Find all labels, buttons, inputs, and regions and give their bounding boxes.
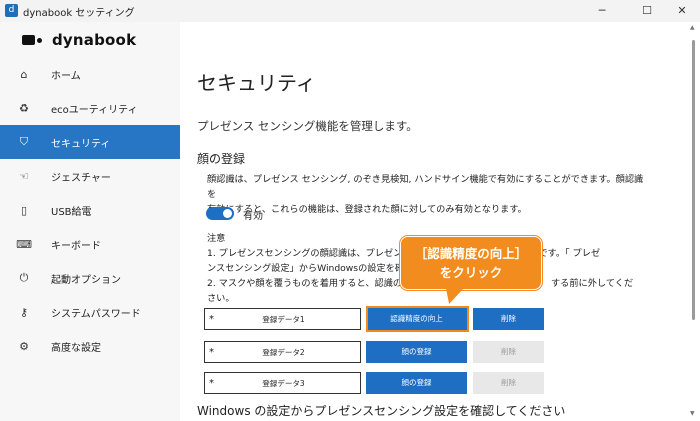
delete-button: 削除 xyxy=(473,341,544,363)
sidebar-item-label: キーボード xyxy=(51,240,101,252)
face-recognition-toggle[interactable] xyxy=(206,207,234,220)
sidebar-item-label: ホーム xyxy=(51,70,81,82)
home-icon: ⌂ xyxy=(20,67,28,81)
delete-button: 削除 xyxy=(473,372,544,394)
sidebar-item-boot-options[interactable]: ⏻ 起動オプション xyxy=(0,261,180,295)
sidebar-item-system-password[interactable]: ⚷ システムパスワード xyxy=(0,295,180,329)
power-icon: ⏻ xyxy=(19,271,29,284)
description-line: 顔認識は、プレゼンス センシング, のぞき見検知, ハンドサイン機能で有効にする… xyxy=(207,174,644,200)
scroll-down-icon[interactable]: ▼ xyxy=(690,410,695,417)
maximize-button[interactable]: ☐ xyxy=(629,0,665,22)
gear-icon: ⚙ xyxy=(19,339,29,353)
page-title: セキュリティ xyxy=(197,71,316,95)
scroll-up-icon[interactable]: ▲ xyxy=(690,24,695,31)
toggle-label: 有効 xyxy=(243,211,263,222)
sidebar-item-label: ecoユーティリティ xyxy=(51,104,138,116)
delete-button[interactable]: 削除 xyxy=(473,308,544,330)
sidebar-item-label: USB給電 xyxy=(51,206,92,218)
close-button[interactable]: ✕ xyxy=(664,0,700,22)
sidebar-item-security[interactable]: ⛉ セキュリティ xyxy=(0,125,180,159)
main-content: セキュリティ プレゼンス センシング機能を管理します。 顔の登録 顔認識は、プレ… xyxy=(180,22,688,421)
register-face-button[interactable]: 顔の登録 xyxy=(366,372,467,394)
callout-line: をクリック xyxy=(439,265,503,280)
keyboard-icon: ⌨ xyxy=(16,237,32,251)
gesture-hand-icon: ☜ xyxy=(19,169,29,183)
minimize-button[interactable]: ─ xyxy=(584,0,620,22)
sidebar-item-label: システムパスワード xyxy=(51,308,141,320)
key-icon: ⚷ xyxy=(19,305,29,319)
sidebar-item-label: ジェスチャー xyxy=(51,172,111,184)
sidebar-nav: ⌂ ホーム ♻ ecoユーティリティ ⛉ セキュリティ ☜ ジェスチャー ▯ U… xyxy=(0,57,180,363)
sidebar-item-usb-power[interactable]: ▯ USB給電 xyxy=(0,193,180,227)
usb-icon: ▯ xyxy=(20,203,28,217)
callout-annotation: ［認識精度の向上］ をクリック xyxy=(400,236,542,290)
scroll-thumb[interactable] xyxy=(692,40,695,320)
sidebar-item-label: 高度な設定 xyxy=(51,342,101,354)
brand-name: dynabook xyxy=(52,31,137,49)
toggle-knob xyxy=(223,209,232,218)
note-line: さい。 xyxy=(207,293,235,304)
brand-logo: dynabook xyxy=(22,28,136,52)
sidebar-item-gesture[interactable]: ☜ ジェスチャー xyxy=(0,159,180,193)
sidebar-item-home[interactable]: ⌂ ホーム xyxy=(0,57,180,91)
eco-icon: ♻ xyxy=(19,101,29,115)
note-line-tail: する前に外してくだ xyxy=(551,278,634,289)
sidebar-item-eco[interactable]: ♻ ecoユーティリティ xyxy=(0,91,180,125)
registration-name: 登録データ1 xyxy=(262,315,305,324)
sidebar-item-label: 起動オプション xyxy=(51,274,121,286)
title-bar: d dynabook セッティング ─ ☐ ✕ xyxy=(0,0,700,22)
highlight-box xyxy=(366,306,469,332)
sidebar-item-label: セキュリティ xyxy=(51,138,111,150)
callout-line: ［認識精度の向上］ xyxy=(414,246,528,261)
page-subtitle: プレゼンス センシング機能を管理します。 xyxy=(197,119,418,133)
face-registration-description: 顔認識は、プレゼンス センシング, のぞき見検知, ハンドサイン機能で有効にする… xyxy=(207,172,652,217)
register-face-button[interactable]: 顔の登録 xyxy=(366,341,467,363)
registration-field: * 登録データ3 xyxy=(204,372,361,394)
window-title: dynabook セッティング xyxy=(23,8,135,19)
registration-field: * 登録データ2 xyxy=(204,341,361,363)
description-line: 有効にすると、これらの機能は、登録された顔に対してのみ有効となります。 xyxy=(207,204,527,215)
shield-icon: ⛉ xyxy=(19,135,29,148)
registration-field: * 登録データ1 xyxy=(204,308,361,330)
app-icon: d xyxy=(5,4,18,17)
sidebar-item-advanced[interactable]: ⚙ 高度な設定 xyxy=(0,329,180,363)
registration-name: 登録データ3 xyxy=(262,379,305,388)
brand-mark-icon xyxy=(22,33,44,47)
windows-settings-link[interactable]: Windows の設定からプレゼンスセンシング設定を確認してください xyxy=(197,402,565,419)
sidebar-item-keyboard[interactable]: ⌨ キーボード xyxy=(0,227,180,261)
registration-name: 登録データ2 xyxy=(262,348,305,357)
section-title: 顔の登録 xyxy=(197,152,246,166)
sidebar: dynabook ⌂ ホーム ♻ ecoユーティリティ ⛉ セキュリティ ☜ ジ… xyxy=(0,22,180,421)
scrollbar[interactable]: ▲ ▼ xyxy=(690,24,698,419)
